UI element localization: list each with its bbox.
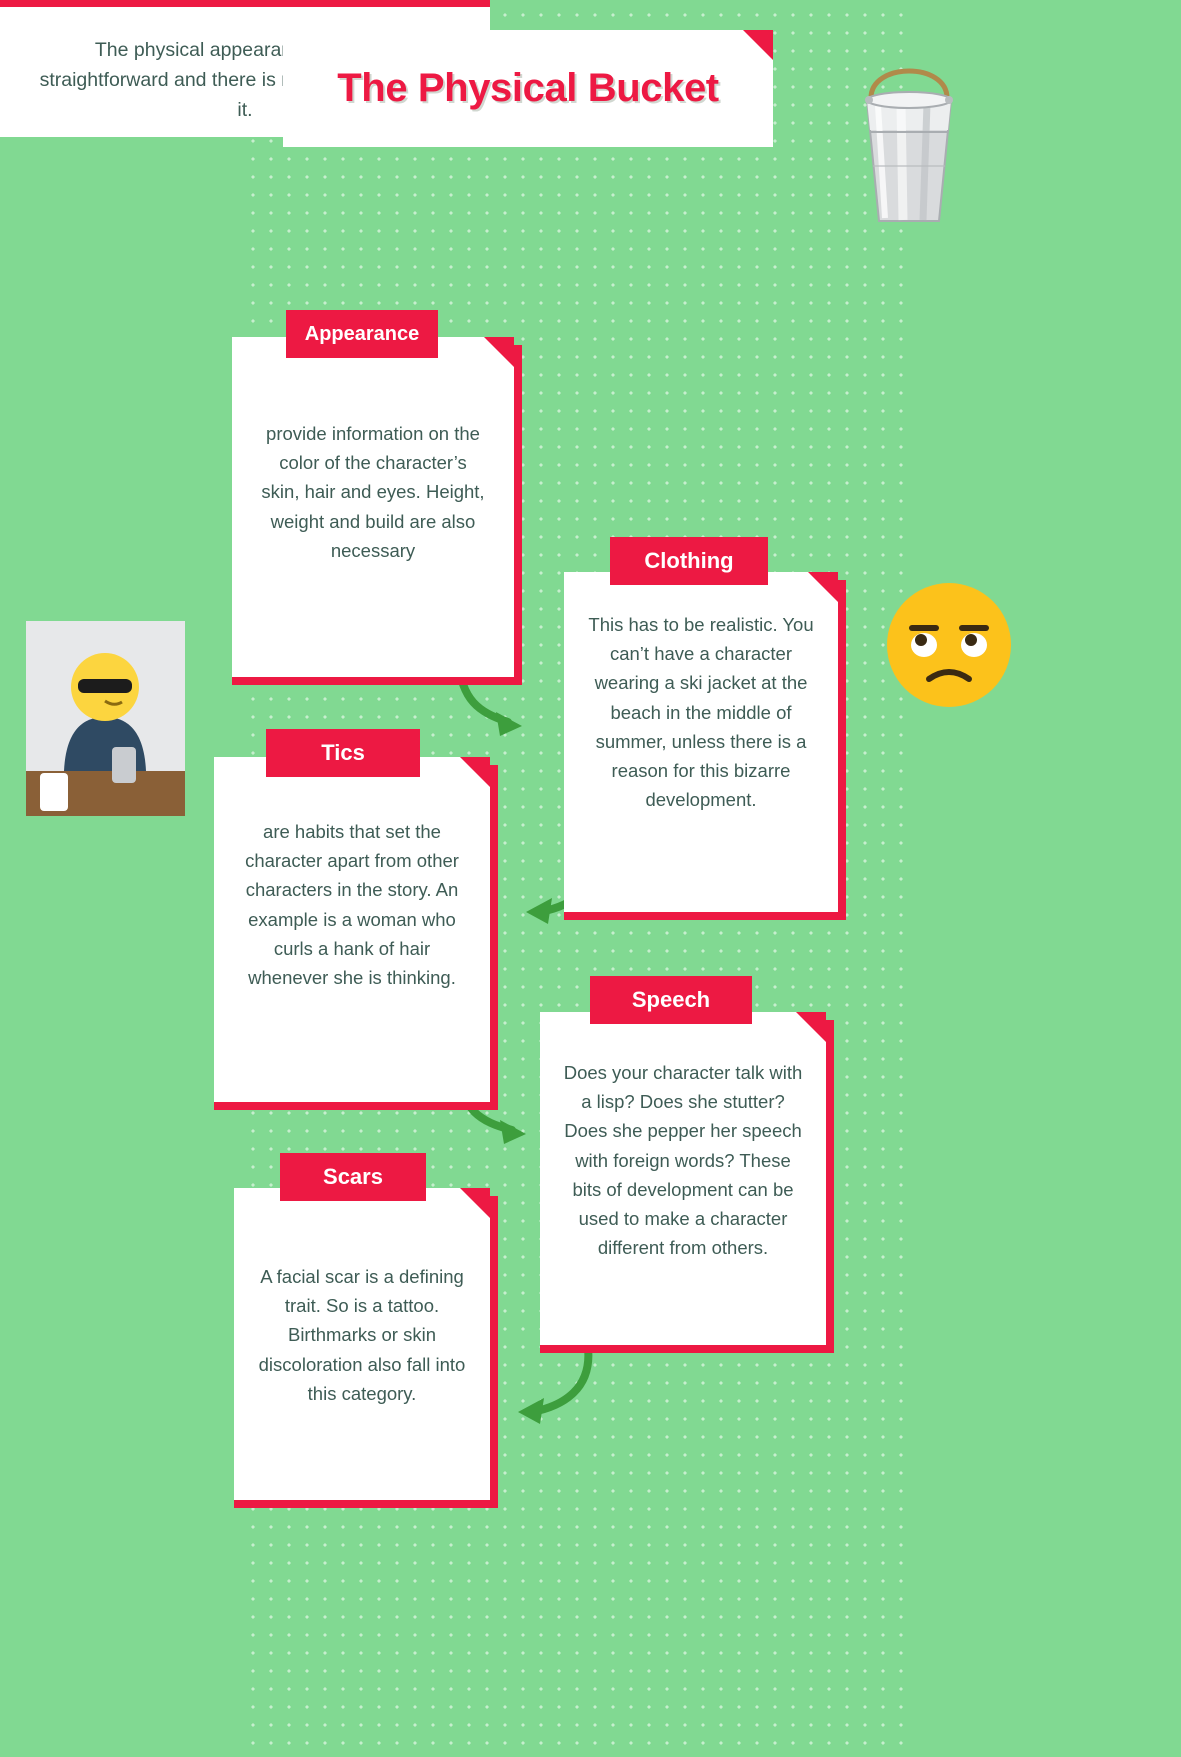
card-tics-body: are habits that set the character apart … xyxy=(245,821,459,989)
card-scars-label: Scars xyxy=(280,1153,426,1201)
card-speech-body: Does your character talk with a lisp? Do… xyxy=(563,1062,803,1259)
card-speech-label: Speech xyxy=(590,976,752,1024)
card-shadow-clothing-bottom xyxy=(564,912,846,920)
card-shadow-appearance-right xyxy=(514,345,522,685)
card-scars-body: A facial scar is a defining trait. So is… xyxy=(258,1266,466,1404)
card-shadow-tics-right xyxy=(490,765,498,1110)
page-fold-icon xyxy=(808,572,838,602)
card-speech: Does your character talk with a lisp? Do… xyxy=(540,1012,826,1345)
card-shadow-tics-bottom xyxy=(214,1102,498,1110)
card-shadow-scars-right xyxy=(490,1196,498,1508)
card-shadow-scars-bottom xyxy=(234,1500,498,1508)
card-shadow-speech-right xyxy=(826,1020,834,1353)
card-clothing: This has to be realistic. You can’t have… xyxy=(564,572,838,912)
card-appearance-label: Appearance xyxy=(286,310,438,358)
card-scars: A facial scar is a defining trait. So is… xyxy=(234,1188,490,1500)
person-photo xyxy=(26,621,185,816)
page-fold-icon xyxy=(796,1012,826,1042)
card-appearance-body: provide information on the color of the … xyxy=(261,423,485,561)
metal-bucket-icon xyxy=(849,46,969,236)
card-tics: are habits that set the character apart … xyxy=(214,757,490,1102)
card-clothing-label: Clothing xyxy=(610,537,768,585)
card-appearance: provide information on the color of the … xyxy=(232,337,514,677)
page-fold-icon xyxy=(460,757,490,787)
card-clothing-body: This has to be realistic. You can’t have… xyxy=(588,614,814,811)
card-shadow-speech-bottom xyxy=(540,1345,834,1353)
card-tics-label: Tics xyxy=(266,729,420,777)
unamused-face-emoji-icon xyxy=(885,581,1013,709)
card-shadow-clothing-right xyxy=(838,580,846,920)
card-shadow-appearance-bottom xyxy=(232,677,522,685)
page-title: The Physical Bucket xyxy=(337,66,719,110)
page-fold-icon xyxy=(484,337,514,367)
page-fold-icon xyxy=(460,1188,490,1218)
title-card: The Physical Bucket xyxy=(283,30,773,147)
page-fold-icon xyxy=(743,30,773,60)
